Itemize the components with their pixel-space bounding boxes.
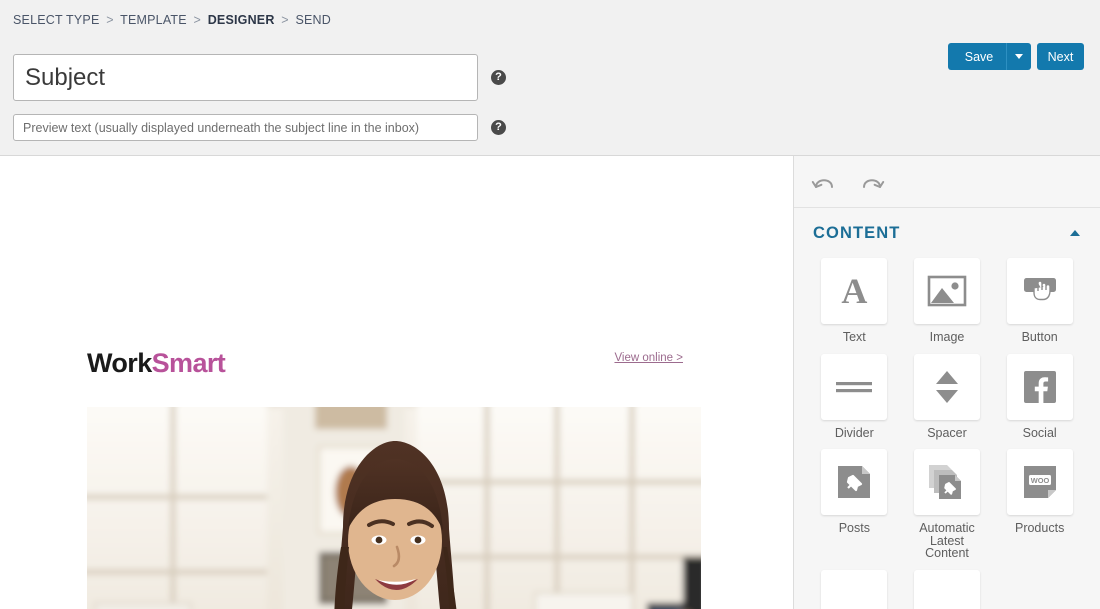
logo-text-work: Work: [87, 348, 152, 378]
undo-icon[interactable]: [810, 168, 838, 196]
image-icon: [927, 274, 967, 308]
tile-icon-box: WOO: [1006, 449, 1073, 515]
content-tile-divider[interactable]: Divider: [808, 353, 901, 440]
svg-text:WOO: WOO: [1030, 476, 1049, 485]
tile-label: Image: [929, 330, 965, 344]
breadcrumb-separator: >: [281, 13, 289, 27]
save-dropdown-toggle[interactable]: [1006, 43, 1031, 70]
breadcrumb-step-select-type[interactable]: SELECT TYPE: [13, 13, 100, 27]
subject-help-icon[interactable]: ?: [491, 70, 506, 85]
content-tile-image[interactable]: Image: [901, 258, 994, 344]
save-button[interactable]: Save: [948, 43, 1031, 70]
woo-products-icon: WOO: [1023, 465, 1057, 499]
button-icon: [1019, 274, 1061, 308]
text-icon: A: [841, 271, 868, 311]
tile-icon-box: [913, 353, 980, 420]
tile-label: Text: [842, 330, 866, 344]
right-panel: CONTENT A Text Image Button Divider Spac…: [793, 156, 1100, 609]
preview-text-help-icon[interactable]: ?: [491, 120, 506, 135]
content-section-title: CONTENT: [813, 223, 901, 242]
hero-image[interactable]: [87, 407, 701, 609]
subject-input[interactable]: [13, 54, 478, 101]
action-buttons: Save Next: [948, 43, 1084, 70]
top-bar: SELECT TYPE > TEMPLATE > DESIGNER > SEND…: [0, 0, 1100, 156]
breadcrumb-step-send[interactable]: SEND: [295, 13, 331, 27]
spacer-icon: [932, 369, 962, 405]
tile-label: Spacer: [927, 425, 967, 440]
content-tile-text[interactable]: A Text: [808, 258, 901, 344]
content-section-header[interactable]: CONTENT: [794, 208, 1100, 258]
save-button-label: Save: [964, 49, 994, 64]
posts-pin-icon: [837, 465, 871, 499]
content-tile-posts[interactable]: Posts: [808, 449, 901, 560]
panel-toolbar: [794, 156, 1100, 208]
chevron-up-icon[interactable]: [1070, 230, 1080, 236]
logo-text-smart: Smart: [151, 348, 226, 378]
tile-label: Social: [1022, 425, 1057, 440]
tile-icon-box: [913, 449, 980, 515]
preview-text-input[interactable]: [13, 114, 478, 141]
content-tile-partial-1[interactable]: [808, 569, 901, 609]
tile-label: Divider: [834, 425, 874, 440]
view-online-link[interactable]: View online >: [614, 352, 683, 364]
tile-icon-box: [913, 569, 980, 609]
content-tile-partial-2[interactable]: [901, 569, 994, 609]
tile-icon-box: [821, 449, 888, 515]
tile-icon-box: A: [821, 258, 888, 324]
email-canvas[interactable]: WorkSmart View online >: [0, 156, 793, 609]
tile-label: Posts: [838, 521, 870, 535]
preview-text-field-row: ?: [13, 114, 506, 141]
breadcrumb-separator: >: [193, 13, 201, 27]
content-tile-button[interactable]: Button: [993, 258, 1086, 344]
content-tile-spacer[interactable]: Spacer: [901, 353, 994, 440]
tile-label: Button: [1021, 330, 1058, 344]
breadcrumb-step-template[interactable]: TEMPLATE: [120, 13, 187, 27]
content-tile-automatic-latest-content[interactable]: Automatic Latest Content: [901, 449, 994, 560]
tile-icon-box: [913, 258, 980, 324]
tile-label: Products: [1014, 521, 1065, 535]
content-tile-grid: A Text Image Button Divider Spacer Socia…: [794, 258, 1100, 609]
tile-icon-box: [1006, 258, 1073, 324]
email-designer-app: SELECT TYPE > TEMPLATE > DESIGNER > SEND…: [0, 0, 1100, 609]
tile-icon-box: [821, 569, 888, 609]
tile-label: Automatic Latest Content: [919, 521, 975, 560]
subject-field-row: ?: [13, 54, 506, 101]
redo-icon[interactable]: [858, 168, 886, 196]
breadcrumb: SELECT TYPE > TEMPLATE > DESIGNER > SEND: [13, 13, 331, 27]
content-tile-social[interactable]: Social: [993, 353, 1086, 440]
content-tile-products[interactable]: WOO Products: [993, 449, 1086, 560]
next-button[interactable]: Next: [1037, 43, 1084, 70]
tile-icon-box: [1006, 353, 1073, 420]
automatic-latest-content-icon: [928, 464, 966, 500]
divider-icon: [836, 378, 873, 396]
chevron-down-icon: [1015, 54, 1023, 59]
brand-logo: WorkSmart: [87, 348, 226, 379]
breadcrumb-separator: >: [106, 13, 114, 27]
breadcrumb-step-designer[interactable]: DESIGNER: [208, 13, 275, 27]
tile-icon-box: [821, 353, 888, 420]
facebook-icon: [1023, 370, 1056, 403]
